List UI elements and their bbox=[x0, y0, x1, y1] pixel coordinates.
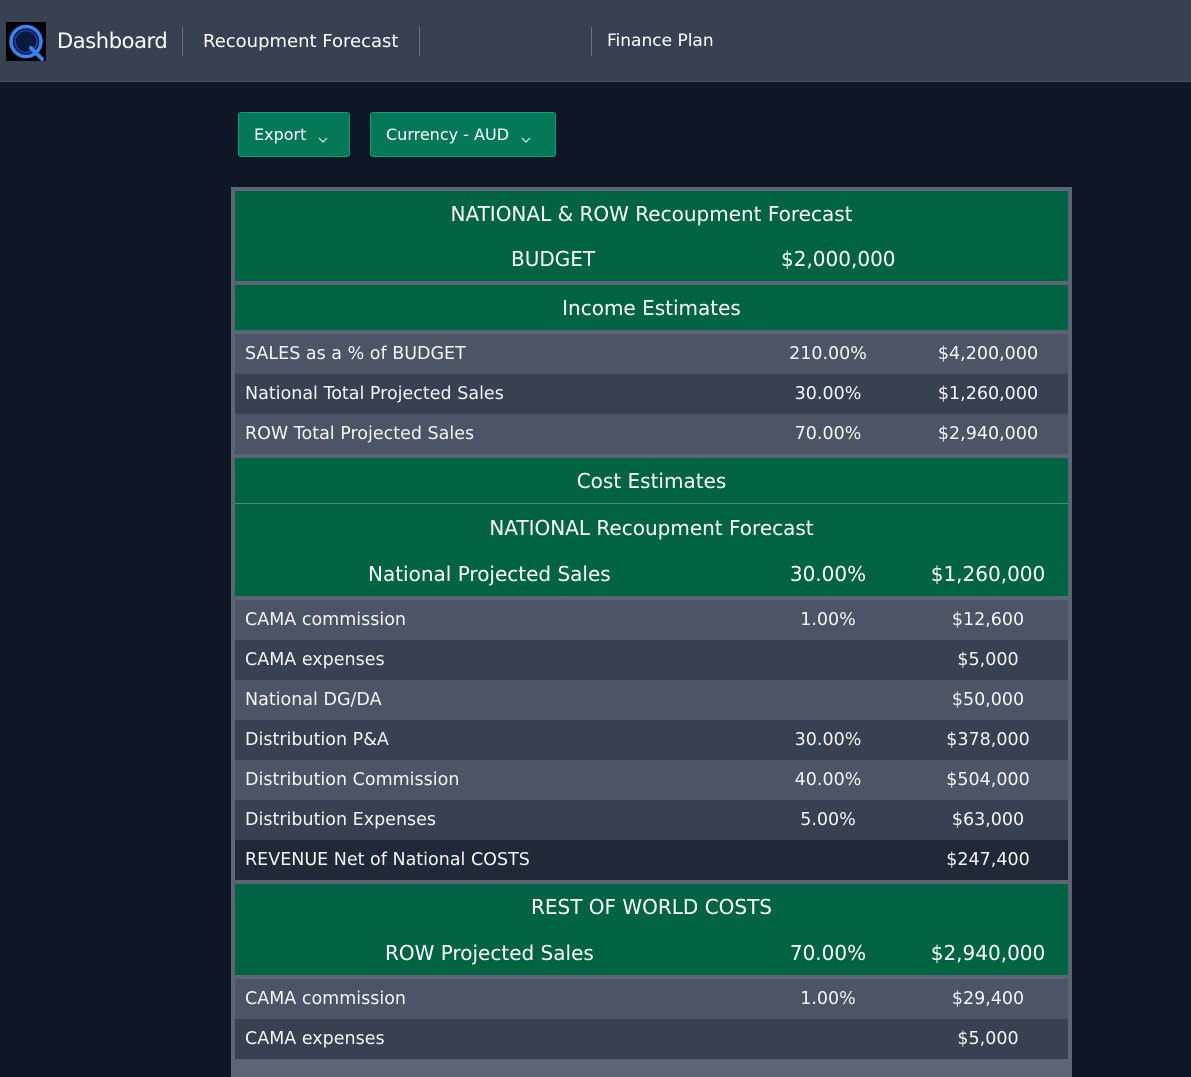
row-label: Distribution Expenses bbox=[245, 810, 437, 830]
national-sales-amount: $1,260,000 bbox=[930, 561, 1046, 586]
row-amount: $378,000 bbox=[946, 730, 1030, 750]
table-row: CAMA expenses $5,000 bbox=[235, 640, 1068, 680]
table-row-total: REVENUE Net of National COSTS $247,400 bbox=[235, 840, 1068, 880]
nav-divider bbox=[182, 27, 183, 56]
row-amount: $5,000 bbox=[957, 1029, 1019, 1049]
row-label: CAMA commission bbox=[245, 989, 407, 1009]
national-sales-percent: 30.00% bbox=[789, 561, 867, 586]
row-amount: $29,400 bbox=[951, 989, 1025, 1009]
national-sales-label: National Projected Sales bbox=[368, 561, 611, 586]
income-rows: SALES as a % of BUDGET 210.00% $4,200,00… bbox=[235, 334, 1068, 454]
national-sales-row: National Projected Sales 30.00% $1,260,0… bbox=[235, 551, 1068, 596]
row-sales-amount: $2,940,000 bbox=[930, 940, 1046, 965]
income-estimates-header: Income Estimates bbox=[235, 285, 1068, 330]
budget-value: $2,000,000 bbox=[781, 246, 896, 271]
row-percent: 30.00% bbox=[794, 730, 862, 750]
row-percent: 1.00% bbox=[800, 989, 856, 1009]
row-percent: 210.00% bbox=[789, 344, 867, 364]
budget-label: BUDGET bbox=[511, 246, 596, 271]
row-amount: $50,000 bbox=[951, 690, 1025, 710]
row-amount: $63,000 bbox=[951, 810, 1025, 830]
row-amount: $4,200,000 bbox=[937, 344, 1039, 364]
row-amount: $5,000 bbox=[957, 650, 1019, 670]
table-row: National DG/DA $50,000 bbox=[235, 680, 1068, 720]
row-amount: $247,400 bbox=[946, 850, 1030, 870]
chevron-down-icon bbox=[318, 130, 328, 143]
row-amount: $2,940,000 bbox=[937, 424, 1039, 444]
nav-finance-plan[interactable]: Finance Plan bbox=[607, 0, 714, 82]
row-label: ROW Total Projected Sales bbox=[245, 424, 475, 444]
export-dropdown-button[interactable]: Export bbox=[238, 112, 350, 157]
row-heading: REST OF WORLD COSTS bbox=[530, 895, 773, 919]
table-row: National Total Projected Sales 30.00% $1… bbox=[235, 374, 1068, 414]
table-row: Distribution Expenses 5.00% $63,000 bbox=[235, 800, 1068, 840]
report-header: NATIONAL & ROW Recoupment Forecast BUDGE… bbox=[235, 191, 1068, 281]
export-button-label: Export bbox=[254, 125, 307, 144]
table-row: CAMA commission 1.00% $12,600 bbox=[235, 600, 1068, 640]
nav-recoupment-forecast[interactable]: Recoupment Forecast bbox=[203, 0, 398, 82]
row-amount: $504,000 bbox=[946, 770, 1030, 790]
row-label: Distribution P&A bbox=[245, 730, 389, 750]
row-percent: 1.00% bbox=[800, 610, 856, 630]
national-cost-rows: CAMA commission 1.00% $12,600 CAMA expen… bbox=[235, 600, 1068, 880]
table-row: Distribution P&A 30.00% $378,000 bbox=[235, 720, 1068, 760]
currency-button-label: Currency - AUD bbox=[386, 125, 510, 144]
row-label: National DG/DA bbox=[245, 690, 382, 710]
row-label: SALES as a % of BUDGET bbox=[245, 344, 466, 364]
cost-estimates-header: Cost Estimates NATIONAL Recoupment Forec… bbox=[235, 458, 1068, 596]
row-label: CAMA expenses bbox=[245, 650, 385, 670]
row-percent: 40.00% bbox=[794, 770, 862, 790]
table-row: CAMA commission 1.00% $29,400 bbox=[235, 979, 1068, 1019]
table-row: SALES as a % of BUDGET 210.00% $4,200,00… bbox=[235, 334, 1068, 374]
row-percent: 30.00% bbox=[794, 384, 862, 404]
row-percent: 70.00% bbox=[794, 424, 862, 444]
q-logo-icon[interactable] bbox=[6, 22, 46, 61]
chevron-down-icon bbox=[521, 130, 531, 143]
row-label: CAMA commission bbox=[245, 610, 407, 630]
currency-dropdown-button[interactable]: Currency - AUD bbox=[370, 112, 556, 157]
income-heading: Income Estimates bbox=[562, 295, 741, 320]
row-amount: $1,260,000 bbox=[937, 384, 1039, 404]
nav-divider bbox=[591, 27, 592, 56]
row-sales-label: ROW Projected Sales bbox=[385, 940, 594, 965]
row-costs-header: REST OF WORLD COSTS ROW Projected Sales … bbox=[235, 884, 1068, 975]
report-title: NATIONAL & ROW Recoupment Forecast bbox=[450, 201, 853, 226]
row-label: CAMA expenses bbox=[245, 1029, 385, 1049]
table-row: Distribution Commission 40.00% $504,000 bbox=[235, 760, 1068, 800]
row-sales-row: ROW Projected Sales 70.00% $2,940,000 bbox=[235, 930, 1068, 975]
cost-heading: Cost Estimates bbox=[576, 468, 727, 493]
budget-row: BUDGET $2,000,000 bbox=[235, 236, 1068, 281]
nav-divider bbox=[419, 27, 420, 56]
row-percent bbox=[748, 840, 908, 880]
row-label: Distribution Commission bbox=[245, 770, 460, 790]
top-nav-bar: Dashboard Recoupment Forecast Finance Pl… bbox=[0, 0, 1191, 82]
table-row: CAMA expenses $5,000 bbox=[235, 1019, 1068, 1059]
row-label: REVENUE Net of National COSTS bbox=[245, 850, 530, 870]
row-percent bbox=[748, 640, 908, 680]
table-row: ROW Total Projected Sales 70.00% $2,940,… bbox=[235, 414, 1068, 454]
row-sales-percent: 70.00% bbox=[789, 940, 867, 965]
row-label: National Total Projected Sales bbox=[245, 384, 504, 404]
row-percent bbox=[748, 680, 908, 720]
recoupment-report: NATIONAL & ROW Recoupment Forecast BUDGE… bbox=[231, 187, 1072, 1077]
nav-dashboard[interactable]: Dashboard bbox=[57, 0, 168, 82]
row-amount: $12,600 bbox=[951, 610, 1025, 630]
row-percent bbox=[748, 1019, 908, 1059]
national-heading: NATIONAL Recoupment Forecast bbox=[489, 515, 814, 540]
row-cost-rows: CAMA commission 1.00% $29,400 CAMA expen… bbox=[235, 979, 1068, 1059]
row-percent: 5.00% bbox=[800, 810, 856, 830]
